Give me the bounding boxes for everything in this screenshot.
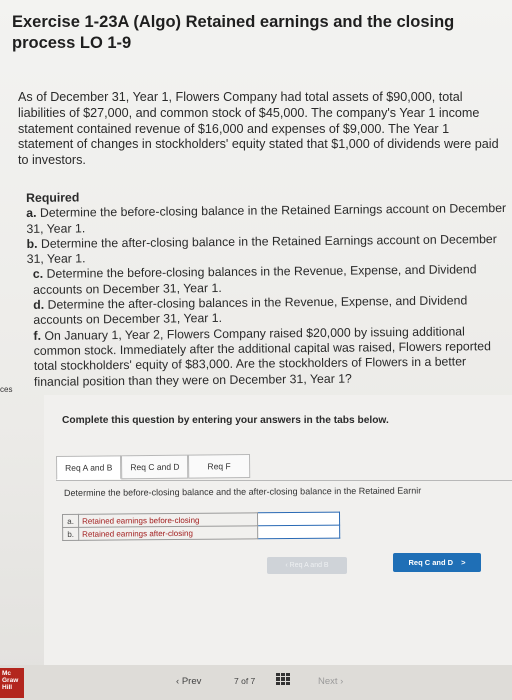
exercise-title: Exercise 1-23A (Algo) Retained earnings … (12, 13, 455, 52)
chevron-right-icon: > (461, 558, 466, 567)
next-tab-label: Req C and D (408, 558, 454, 567)
problem-intro: As of December 31, Year 1, Flowers Compa… (18, 90, 499, 168)
prev-tab-button[interactable]: ‹ Req A and B (267, 557, 347, 574)
row-label: Retained earnings after-closing (78, 525, 259, 541)
required-item-d: d. Determine the after-closing balances … (27, 293, 507, 329)
required-item-text: Determine the after-closing balances in … (33, 293, 468, 328)
row-letter: b. (62, 527, 79, 541)
tab-req-f[interactable]: Req F (188, 453, 250, 479)
page-indicator: 7 of 7 (234, 676, 256, 686)
table-row: b. Retained earnings after-closing (62, 525, 340, 541)
required-item-b: b. Determine the after-closing balance i… (26, 232, 506, 268)
required-item-f: f. On January 1, Year 2, Flowers Company… (27, 324, 508, 390)
required-item-text: Determine the before-closing balance in … (26, 201, 507, 236)
next-tab-button[interactable]: Req C and D > (393, 553, 481, 572)
required-item-text: Determine the after-closing balance in t… (26, 231, 497, 267)
answer-table: a. Retained earnings before-closing b. R… (62, 512, 340, 541)
side-label: ces (0, 385, 13, 394)
footer-bar (0, 665, 512, 700)
mcgraw-hill-logo: Mc Graw Hill (0, 668, 24, 698)
prev-button[interactable]: ‹ Prev (176, 676, 201, 687)
required-item-a: a. Determine the before-closing balance … (26, 201, 506, 237)
retained-earnings-after-closing-input[interactable] (257, 525, 340, 539)
required-item-letter: f. (33, 328, 42, 343)
row-letter: a. (62, 514, 79, 528)
prev-tab-label: Req A and B (289, 562, 329, 569)
required-section: Required a. Determine the before-closing… (26, 186, 508, 390)
req-tabs: Req A and B Req C and D Req F (56, 453, 250, 482)
tab-req-c-and-d[interactable]: Req C and D (121, 454, 189, 480)
tab-req-a-and-b[interactable]: Req A and B (56, 455, 122, 480)
required-item-text: Determine the before-closing balances in… (32, 262, 477, 297)
complete-instruction: Complete this question by entering your … (62, 415, 389, 426)
required-item-c: c. Determine the before-closing balances… (27, 262, 507, 298)
retained-earnings-before-closing-input[interactable] (257, 512, 340, 526)
required-item-text: On January 1, Year 2, Flowers Company ra… (33, 324, 491, 389)
prev-label: Prev (181, 676, 202, 687)
grid-icon[interactable] (276, 673, 290, 685)
required-item-letter: c. (32, 267, 44, 282)
required-item-letter: b. (26, 236, 38, 251)
chevron-right-icon: › (337, 676, 344, 687)
next-label: Next (318, 676, 338, 687)
required-item-letter: d. (33, 297, 45, 313)
required-item-letter: a. (26, 206, 37, 221)
next-button[interactable]: Next › (318, 676, 343, 687)
